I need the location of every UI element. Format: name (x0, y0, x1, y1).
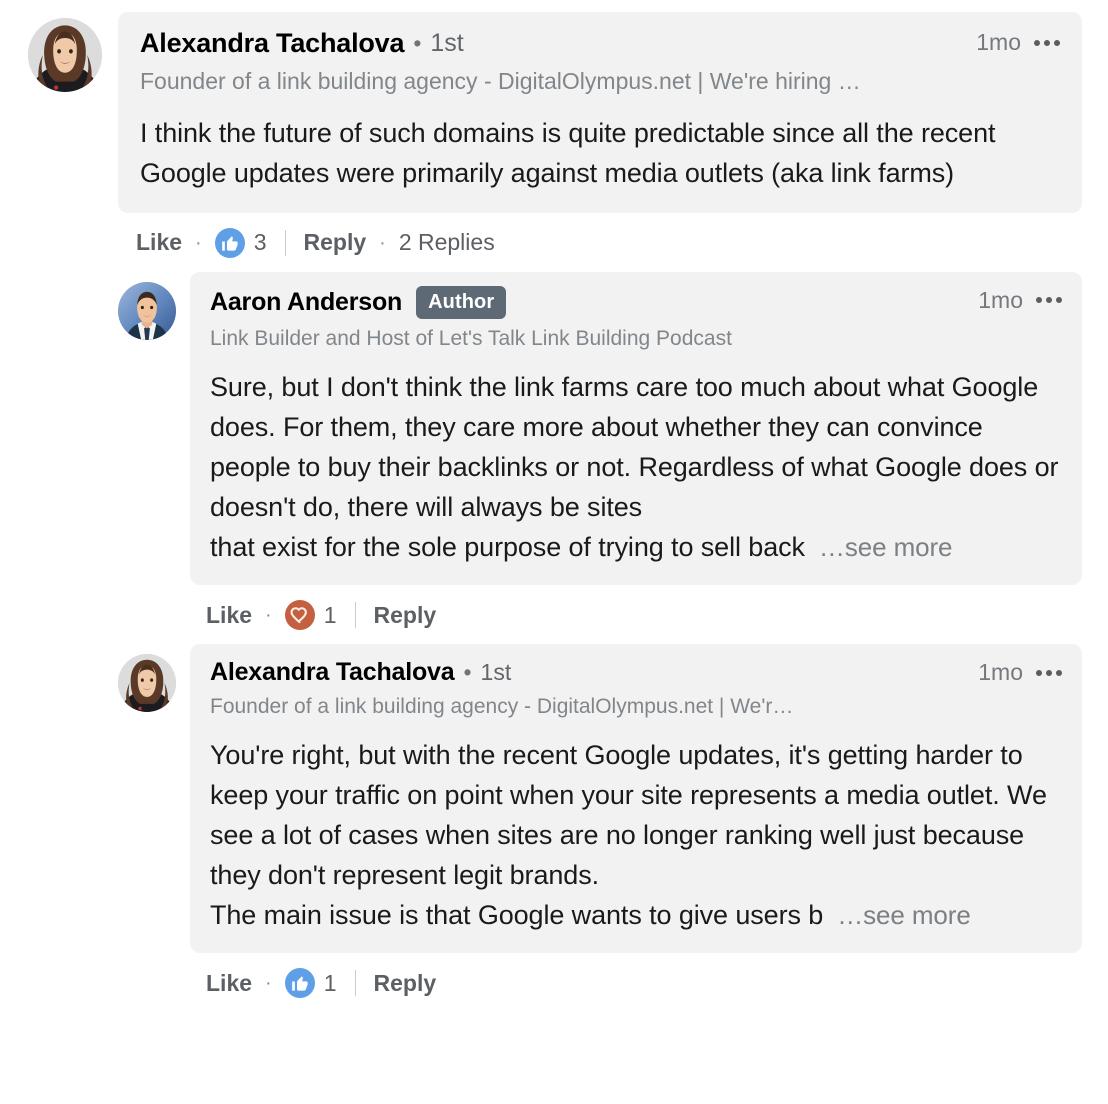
name-degree-separator: • (413, 30, 422, 57)
alexandra-tachalova-avatar[interactable] (118, 654, 176, 713)
comment-bubble: Alexandra Tachalova • 1st Founder of a link… (190, 644, 1082, 954)
author-headline: Founder of a link building agency - Digi… (140, 68, 861, 95)
aaron-anderson-avatar[interactable] (118, 281, 176, 340)
author-identity: Alexandra Tachalova • 1st Founder of a link… (210, 658, 978, 720)
see-more-link[interactable]: …see more (819, 527, 953, 567)
action-separator-dot: · (265, 972, 272, 995)
like-button[interactable]: Like (136, 231, 182, 254)
author-headline: Link Builder and Host of Let's Talk Link… (210, 326, 732, 350)
comment-text-last-line: that exist for the sole purpose of tryin… (210, 527, 1062, 567)
reaction-summary[interactable]: 3 (214, 227, 267, 258)
comment-text-clipped: that exist for the sole purpose of tryin… (210, 532, 805, 563)
comment-text: Sure, but I don't think the link farms c… (210, 367, 1062, 567)
comment-bubble: Aaron Anderson Author Link Builder and Hos… (190, 271, 1082, 586)
comment-actions: Like · 1 Reply (190, 585, 1082, 631)
name-degree-separator: • (463, 658, 472, 685)
connection-degree: 1st (480, 658, 512, 685)
love-reaction-icon (284, 600, 315, 631)
timestamp: 1mo (978, 659, 1023, 686)
alexandra-tachalova-avatar[interactable] (28, 18, 102, 92)
comment-thread: Alexandra Tachalova • 1st Founder of a link… (0, 0, 1108, 999)
reply-button[interactable]: Reply (374, 971, 437, 995)
thumbs-up-reaction-icon (284, 968, 315, 999)
like-button[interactable]: Like (206, 971, 252, 995)
comment-meta: 1mo (976, 28, 1060, 54)
author-name[interactable]: Alexandra Tachalova (210, 658, 455, 687)
author-identity: Aaron Anderson Author Link Builder and Hos… (210, 285, 978, 352)
replies-count-button[interactable]: 2 Replies (399, 231, 495, 254)
comment-actions: Like · 1 Reply (190, 953, 1082, 999)
see-more-link[interactable]: …see more (837, 895, 971, 935)
comment-text-clipped: The main issue is that Google wants to g… (210, 900, 824, 931)
action-divider (284, 229, 286, 256)
reply-button[interactable]: Reply (374, 603, 437, 627)
comment-text-last-line: The main issue is that Google wants to g… (210, 895, 1062, 935)
author-badge: Author (416, 285, 507, 319)
action-divider (354, 970, 356, 997)
comment-text: I think the future of such domains is qu… (140, 113, 1060, 193)
comment-body-column: Aaron Anderson Author Link Builder and Hos… (190, 271, 1082, 631)
author-name-row: Alexandra Tachalova • 1st (140, 28, 962, 59)
replies-separator-dot: · (379, 231, 386, 254)
reaction-count: 3 (253, 229, 267, 256)
comment-2: Aaron Anderson Author Link Builder and Hos… (0, 258, 1108, 631)
comment-header: Alexandra Tachalova • 1st Founder of a link… (140, 28, 1060, 96)
comment-actions: Like · 3 Reply · 2 Replies (118, 213, 1082, 258)
action-separator-dot: · (195, 231, 202, 254)
timestamp: 1mo (978, 286, 1023, 313)
comment-body-column: Alexandra Tachalova • 1st Founder of a link… (118, 12, 1082, 258)
comment-text-main: I think the future of such domains is qu… (140, 117, 1003, 188)
author-headline: Founder of a link building agency - Digi… (210, 694, 794, 718)
avatar-container (28, 12, 102, 92)
comment-text: You're right, but with the recent Google… (210, 735, 1062, 935)
timestamp: 1mo (976, 29, 1021, 55)
more-options-icon[interactable] (1034, 39, 1060, 46)
avatar-container (118, 272, 176, 340)
author-name-row: Alexandra Tachalova • 1st (210, 658, 964, 687)
like-button[interactable]: Like (206, 603, 252, 627)
more-options-icon[interactable] (1036, 297, 1062, 304)
comment-3: Alexandra Tachalova • 1st Founder of a link… (0, 630, 1108, 999)
author-name-row: Aaron Anderson Author (210, 285, 964, 319)
reaction-count: 1 (323, 969, 337, 996)
comment-meta: 1mo (978, 658, 1062, 684)
action-separator-dot: · (265, 604, 272, 627)
more-options-icon[interactable] (1036, 669, 1062, 676)
comment-text-main: You're right, but with the recent Google… (210, 740, 1055, 891)
thumbs-up-reaction-icon (214, 227, 245, 258)
author-name[interactable]: Alexandra Tachalova (140, 28, 405, 59)
reaction-summary[interactable]: 1 (284, 968, 337, 999)
comment-body-column: Alexandra Tachalova • 1st Founder of a link… (190, 644, 1082, 999)
comment-meta: 1mo (978, 286, 1062, 312)
author-name[interactable]: Aaron Anderson (210, 288, 402, 317)
reply-button[interactable]: Reply (304, 231, 367, 254)
action-divider (354, 602, 356, 629)
comment-1: Alexandra Tachalova • 1st Founder of a link… (0, 12, 1108, 258)
comment-text-main: Sure, but I don't think the link farms c… (210, 372, 1066, 523)
comment-header: Alexandra Tachalova • 1st Founder of a link… (210, 658, 1062, 720)
avatar-container (118, 644, 176, 713)
comment-header: Aaron Anderson Author Link Builder and Hos… (210, 285, 1062, 352)
reaction-count: 1 (323, 601, 337, 628)
author-identity: Alexandra Tachalova • 1st Founder of a link… (140, 28, 976, 96)
comment-bubble: Alexandra Tachalova • 1st Founder of a link… (118, 12, 1082, 213)
connection-degree: 1st (430, 29, 464, 58)
reaction-summary[interactable]: 1 (284, 600, 337, 631)
